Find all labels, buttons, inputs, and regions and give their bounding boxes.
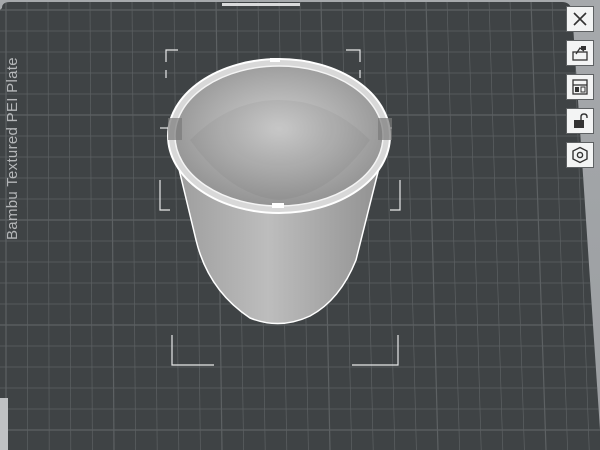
lock-icon (574, 113, 588, 128)
lock-button[interactable] (566, 108, 594, 134)
3d-viewport[interactable]: Bambu Textured PEI Plate (0, 0, 600, 450)
build-plate[interactable] (0, 0, 600, 450)
plate-corner-notch (0, 398, 8, 450)
arrange-button[interactable] (566, 74, 594, 100)
hexagon-settings-icon (572, 146, 588, 164)
auto-orient-icon (572, 46, 588, 61)
plate-front-marker (222, 3, 300, 6)
cup-bottom-tab (272, 203, 284, 208)
close-button[interactable] (566, 6, 594, 32)
cup-top-tab (270, 58, 280, 62)
plate-toolbar (566, 6, 594, 168)
arrange-icon (572, 79, 588, 95)
auto-orient-button[interactable] (566, 40, 594, 66)
cup-handle-notch-right (378, 118, 392, 140)
close-icon (573, 12, 587, 26)
cup-handle-notch-left (168, 118, 182, 140)
plate-settings-button[interactable] (566, 142, 594, 168)
plate-type-label: Bambu Textured PEI Plate (4, 57, 21, 240)
